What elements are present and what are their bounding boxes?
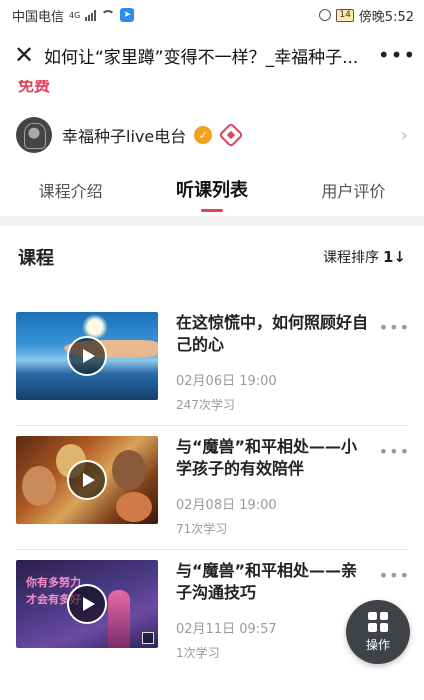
- actions-fab[interactable]: 操作: [346, 600, 410, 664]
- channel-row[interactable]: 幸福种子live电台 ✓ ›: [0, 110, 424, 160]
- course-more-icon[interactable]: •••: [379, 566, 410, 585]
- close-button[interactable]: ✕: [10, 41, 38, 69]
- page-title: 如何让“家里蹲”变得不一样？_幸福种子...: [44, 47, 359, 68]
- sort-label: 课程排序: [322, 250, 379, 266]
- person-graphic: [108, 590, 130, 648]
- sort-button[interactable]: 课程排序 1↓: [323, 247, 406, 267]
- carrier-label: 中国电信: [12, 9, 65, 25]
- character-graphic: [116, 492, 152, 522]
- course-time: 02月08日 19:00: [176, 498, 277, 513]
- live-badge-icon: [218, 122, 244, 148]
- course-heading: 课程: [18, 248, 54, 269]
- course-time: 02月06日 19:00: [176, 374, 277, 389]
- course-item[interactable]: 在这惊慌中，如何照顾好自己的心 ••• 02月06日 19:00 247次学习: [0, 302, 424, 426]
- course-more-icon[interactable]: •••: [379, 442, 410, 461]
- chevron-right-icon: ›: [400, 124, 408, 146]
- course-item[interactable]: 与“魔兽”和平相处——小学孩子的有效陪伴 ••• 02月08日 19:00 71…: [0, 426, 424, 550]
- course-title: 与“魔兽”和平相处——亲子沟通技巧: [176, 561, 358, 602]
- network-label: 4G: [69, 10, 81, 20]
- course-thumbnail[interactable]: [16, 436, 158, 524]
- verified-icon: ✓: [194, 126, 213, 144]
- alarm-icon: [319, 9, 332, 21]
- play-icon[interactable]: [67, 460, 107, 500]
- course-header: 课程 课程排序 1↓: [0, 226, 424, 288]
- play-icon[interactable]: [67, 336, 107, 376]
- free-label: 免费: [18, 80, 51, 95]
- tab-bar: 课程介绍 听课列表 用户评价: [0, 170, 424, 216]
- tab-course-intro[interactable]: 课程介绍: [0, 170, 141, 216]
- course-title: 与“魔兽”和平相处——小学孩子的有效陪伴: [176, 437, 358, 478]
- more-options-button[interactable]: •••: [377, 41, 417, 69]
- channel-avatar: [16, 117, 52, 153]
- wifi-icon: [101, 10, 116, 20]
- battery-icon: 14: [336, 8, 354, 22]
- tab-user-reviews[interactable]: 用户评价: [283, 170, 424, 216]
- status-bar: 中国电信 4G ➤ 14 傍晚5:52: [0, 0, 424, 30]
- signal-icon: [85, 9, 97, 21]
- course-title: 在这惊慌中，如何照顾好自己的心: [176, 313, 369, 354]
- course-study-count: 71次学习: [176, 522, 228, 536]
- sort-icon: 1↓: [382, 248, 406, 266]
- section-divider: [0, 216, 424, 226]
- course-thumbnail[interactable]: [16, 312, 158, 400]
- course-thumbnail[interactable]: 你有多努力 才会有多好: [16, 560, 158, 648]
- course-time: 02月11日 09:57: [176, 622, 277, 637]
- tab-lesson-list[interactable]: 听课列表: [141, 170, 282, 216]
- grid-icon: [368, 611, 388, 632]
- course-study-count: 1次学习: [176, 646, 220, 660]
- title-bar: ✕ 如何让“家里蹲”变得不一样？_幸福种子... •••: [0, 30, 424, 80]
- course-more-icon[interactable]: •••: [379, 318, 410, 337]
- play-icon[interactable]: [67, 584, 107, 624]
- character-graphic: [112, 450, 146, 490]
- close-icon: ✕: [13, 41, 35, 69]
- character-graphic: [22, 466, 56, 506]
- clock: 傍晚5:52: [358, 9, 414, 25]
- more-icon: •••: [377, 43, 417, 67]
- app-notification-icon: ➤: [120, 8, 135, 22]
- fab-label: 操作: [365, 637, 390, 652]
- channel-name: 幸福种子live电台: [62, 127, 187, 146]
- copy-icon: [142, 632, 154, 644]
- course-study-count: 247次学习: [176, 398, 235, 412]
